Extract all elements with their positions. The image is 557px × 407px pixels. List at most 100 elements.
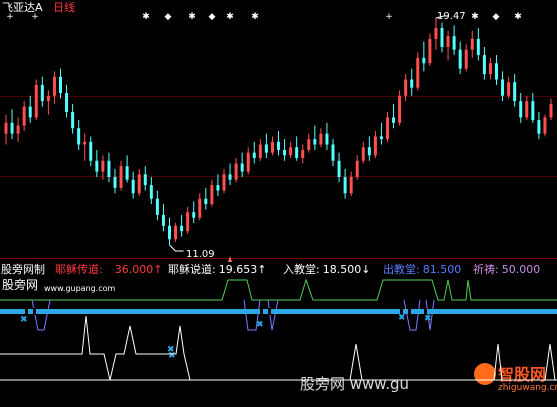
candle-body: [343, 177, 347, 194]
candle-body: [519, 101, 523, 118]
candle-body: [452, 36, 456, 50]
candle-body: [277, 141, 280, 150]
candle-body: [349, 177, 353, 194]
signal-marker: ◆: [209, 12, 216, 22]
candle-body: [28, 106, 32, 118]
candle-body: [77, 128, 81, 145]
candle-body: [131, 179, 135, 194]
candle-body: [83, 141, 87, 145]
x-marker: ✖: [398, 313, 406, 323]
candle-body: [458, 49, 462, 69]
candle-body: [186, 212, 190, 232]
x-marker: ✖: [20, 315, 28, 325]
candle-body: [46, 95, 50, 102]
candle-body: [416, 57, 420, 88]
signal-marker: ✱: [188, 12, 196, 22]
candle-body: [325, 133, 329, 145]
candle-body: [379, 136, 383, 140]
candle-body: [386, 117, 389, 140]
candle-body: [446, 36, 450, 47]
candle-body: [174, 225, 178, 240]
candle-body: [137, 174, 141, 194]
candle-body: [301, 149, 305, 159]
candle-body: [59, 76, 62, 94]
candle-body: [307, 139, 311, 150]
candle-body: [119, 166, 123, 188]
signal-marker: ✱: [514, 12, 522, 22]
candle-body: [234, 163, 238, 180]
candle-body: [222, 174, 226, 191]
signal-marker: ✱: [471, 12, 479, 22]
candle-body: [501, 79, 505, 96]
x-marker: ✖: [256, 320, 264, 330]
high-pointer-line: [435, 15, 448, 19]
candle-body: [264, 144, 268, 153]
candle-body: [22, 106, 26, 126]
candle-body: [488, 63, 492, 75]
blue-band-gap: [260, 308, 263, 315]
candle-body: [107, 160, 111, 178]
candle-body: [495, 63, 498, 80]
candle-body: [295, 147, 299, 159]
candle-body: [470, 38, 474, 50]
signal-marker: ✱: [142, 12, 150, 22]
candle-body: [228, 174, 232, 180]
candle-body: [428, 38, 432, 64]
candle-body: [89, 141, 93, 161]
x-marker: ✖: [168, 351, 176, 361]
candle-body: [113, 177, 117, 188]
blue-band: [0, 309, 557, 314]
candle-body: [40, 84, 44, 102]
candle-body: [65, 93, 69, 112]
candle-body: [16, 125, 20, 134]
candle-body: [95, 160, 99, 172]
candle-body: [198, 198, 202, 218]
signal-marker: +: [385, 12, 393, 22]
signal-marker: ◆: [165, 12, 172, 22]
low-pointer-line: [169, 244, 184, 252]
candle-body: [216, 185, 220, 191]
candle-body: [507, 82, 511, 96]
candle-body: [373, 136, 377, 156]
signal-marker: ✱: [226, 12, 234, 22]
x-marker: ✖: [424, 314, 432, 324]
triangle-marker: [228, 256, 232, 262]
candle-body: [210, 185, 214, 205]
candle-body: [392, 117, 396, 123]
signal-marker: ✱: [251, 12, 259, 22]
candle-body: [71, 111, 75, 129]
candle-body: [398, 95, 402, 123]
candle-body: [361, 147, 365, 161]
candle-body: [367, 147, 371, 156]
purple-spike-line: [403, 299, 421, 331]
white-spike-line: [493, 343, 503, 381]
chart-canvas: + + ✱ ◆ ✱ ◆ ✱ ✱ + ✱ ◆ ✱✖ ✖✖ ✖✖✖: [0, 12, 557, 381]
candle-body: [543, 117, 547, 134]
candle-body: [464, 49, 468, 69]
candle-body: [283, 149, 287, 156]
candle-body: [355, 160, 359, 178]
candle-body: [246, 152, 250, 172]
white-spike-line: [544, 343, 556, 381]
candle-body: [155, 198, 159, 215]
white-spike-line: [349, 343, 363, 381]
stock-chart-window: { "header": { "title": "飞亚达A", "period":…: [0, 0, 557, 407]
candle-body: [404, 79, 408, 96]
candle-body: [149, 185, 153, 199]
candle-body: [434, 28, 438, 39]
candle-body: [143, 174, 147, 186]
green-signal-line: [0, 278, 557, 301]
candle-body: [252, 152, 256, 159]
candle-body: [410, 79, 414, 88]
signal-marker: ◆: [493, 12, 500, 22]
blue-band-gap: [25, 308, 28, 315]
candle-body: [10, 122, 14, 134]
blue-band-gap: [408, 308, 411, 315]
candle-body: [331, 144, 335, 161]
candle-body: [422, 57, 426, 64]
candle-body: [258, 144, 262, 159]
candle-body: [513, 82, 517, 102]
candle-body: [192, 212, 196, 218]
candle-body: [482, 55, 486, 75]
candle-body: [204, 198, 208, 205]
